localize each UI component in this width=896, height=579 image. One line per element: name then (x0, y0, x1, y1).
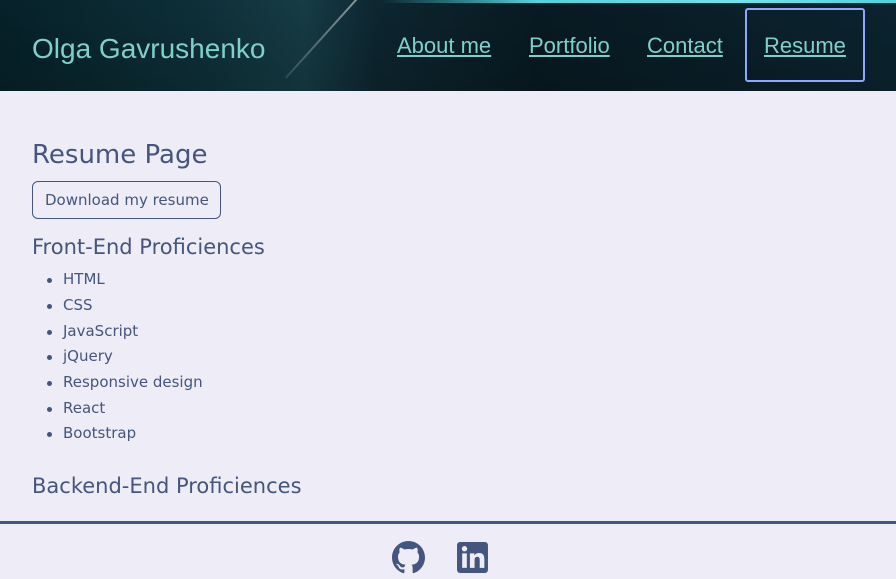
linkedin-icon[interactable] (456, 541, 489, 574)
skill-item: HTML (46, 267, 872, 293)
resume-content: Resume Page Download my resume Front-End… (32, 140, 872, 498)
skill-item: Bootstrap (46, 421, 872, 447)
download-resume-button[interactable]: Download my resume (32, 181, 221, 220)
skill-item: JavaScript (46, 319, 872, 345)
header-diagonal-accent (285, 0, 362, 79)
nav-about-me[interactable]: About me (397, 33, 491, 59)
skill-item: CSS (46, 293, 872, 319)
site-footer (0, 521, 896, 579)
backend-section-title: Backend-End Proficiences (32, 474, 302, 499)
frontend-skills-list: HTML CSS JavaScript jQuery Responsive de… (32, 267, 872, 447)
nav-contact[interactable]: Contact (647, 33, 723, 59)
github-icon[interactable] (392, 541, 425, 574)
skill-item: Responsive design (46, 370, 872, 396)
nav-portfolio[interactable]: Portfolio (529, 33, 610, 59)
site-header: Olga Gavrushenko About me Portfolio Cont… (0, 0, 896, 91)
nav-resume[interactable]: Resume (745, 8, 865, 82)
header-glow-line (380, 0, 896, 3)
skill-item: React (46, 396, 872, 422)
frontend-section-title: Front-End Proficiences (32, 235, 265, 260)
site-brand[interactable]: Olga Gavrushenko (32, 33, 265, 65)
skill-item: jQuery (46, 344, 872, 370)
page-title: Resume Page (32, 140, 208, 170)
